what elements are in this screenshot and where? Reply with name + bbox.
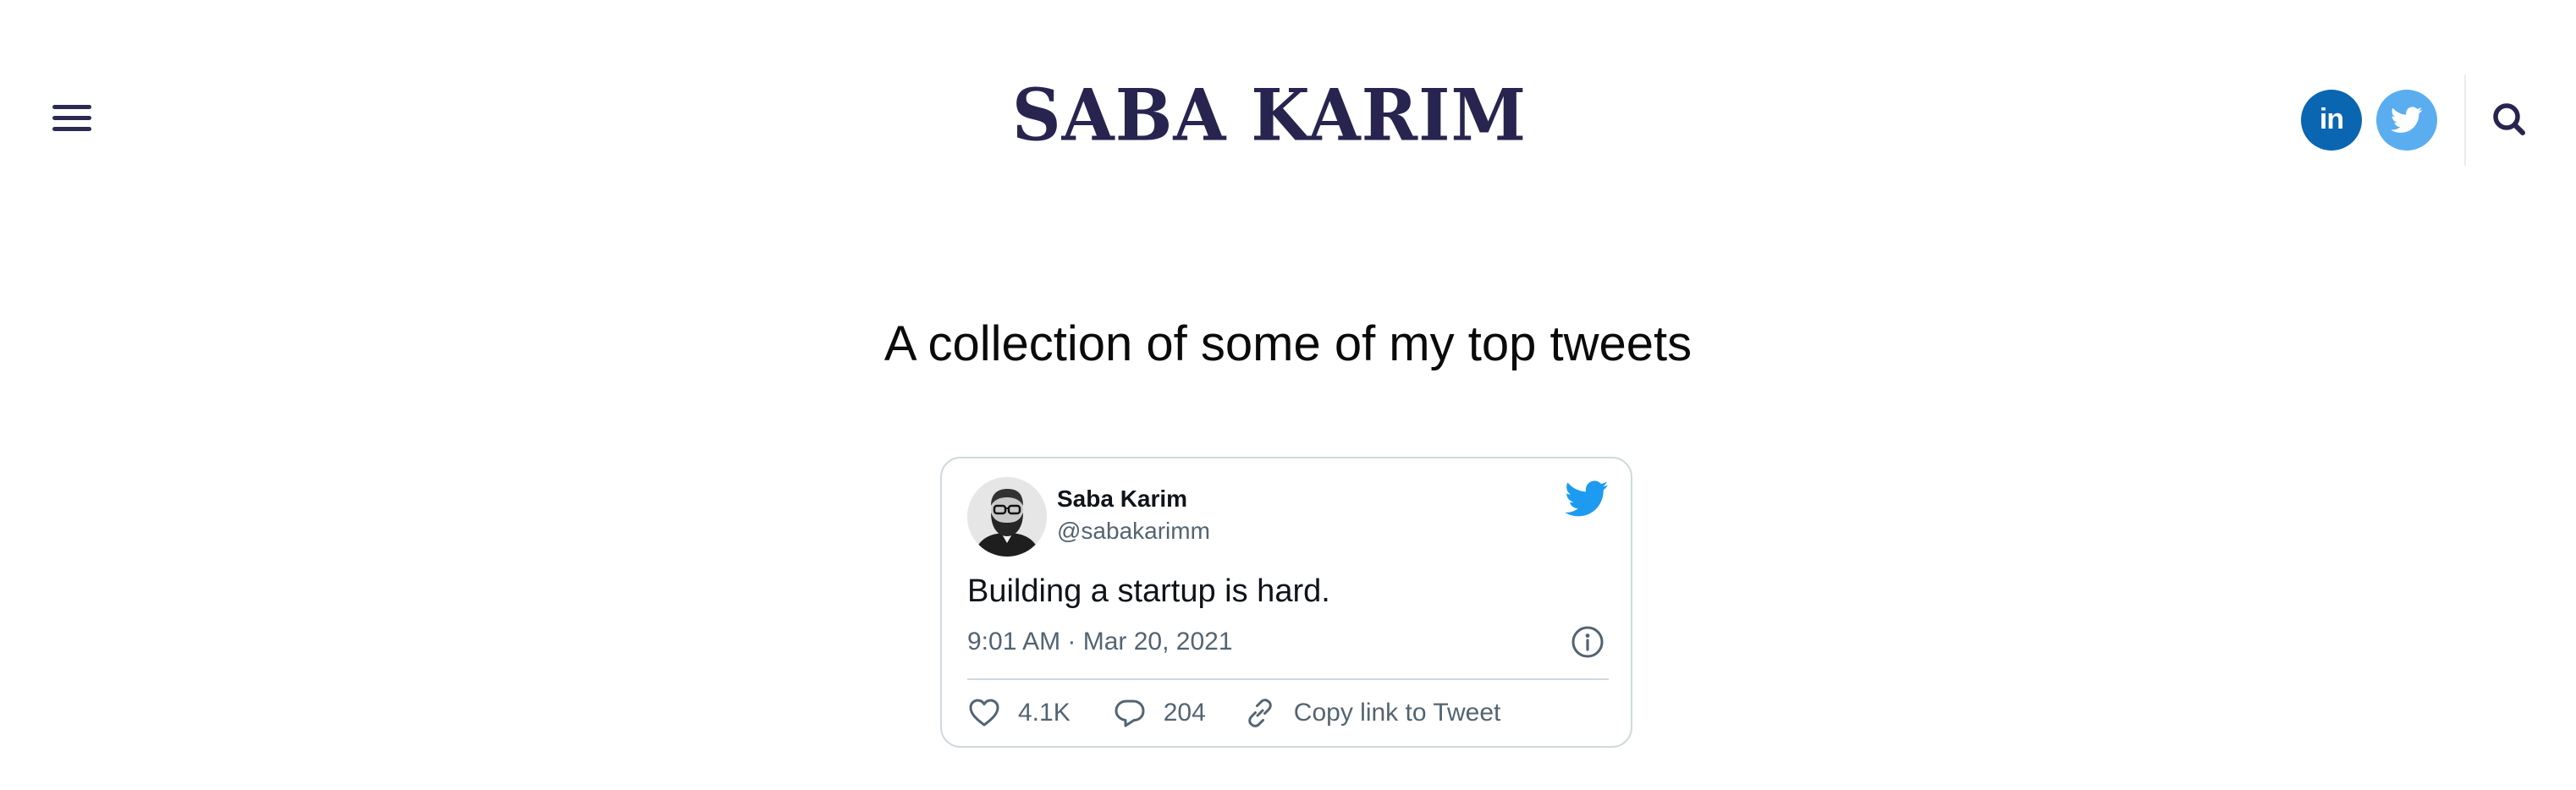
like-button[interactable]: 4.1K — [967, 696, 1071, 730]
tweet-card[interactable]: Saba Karim @sabakarimm Building a startu… — [940, 457, 1632, 748]
linkedin-button[interactable]: in — [2301, 90, 2362, 151]
header-divider — [2464, 74, 2466, 166]
info-button[interactable] — [1570, 624, 1605, 660]
twitter-icon — [2391, 107, 2423, 133]
copy-link-button[interactable]: Copy link to Tweet — [1243, 696, 1501, 730]
info-icon — [1571, 626, 1604, 658]
reply-bubble-icon — [1115, 699, 1145, 727]
avatar-image — [967, 477, 1047, 557]
reply-count: 204 — [1163, 699, 1206, 727]
twitter-button[interactable] — [2376, 90, 2437, 151]
tweet-divider — [967, 678, 1609, 680]
menu-button[interactable] — [49, 100, 96, 135]
search-icon — [2493, 103, 2525, 135]
link-icon — [1248, 699, 1272, 727]
menu-bar — [52, 105, 91, 109]
reply-button[interactable]: 204 — [1113, 696, 1206, 730]
heart-icon — [969, 699, 999, 727]
twitter-logo-link[interactable] — [1565, 480, 1609, 518]
site-title[interactable]: SABA KARIM — [990, 73, 1549, 158]
tweet-author-name[interactable]: Saba Karim — [1057, 486, 1187, 513]
search-button[interactable] — [2486, 96, 2534, 144]
avatar[interactable] — [967, 477, 1047, 557]
menu-bar — [52, 116, 91, 120]
tweet-text: Building a startup is hard. — [967, 573, 1330, 609]
like-count: 4.1K — [1018, 699, 1071, 727]
tweet-actions: 4.1K 204 Copy link to Tweet — [967, 692, 1500, 734]
twitter-bird-icon — [1565, 480, 1609, 517]
tweet-author-handle[interactable]: @sabakarimm — [1057, 518, 1210, 545]
page-heading: A collection of some of my top tweets — [883, 316, 1693, 371]
linkedin-icon: in — [2319, 102, 2344, 135]
menu-bar — [52, 127, 91, 131]
copy-link-label: Copy link to Tweet — [1293, 699, 1501, 727]
tweet-timestamp[interactable]: 9:01 AM · Mar 20, 2021 — [967, 628, 1233, 656]
